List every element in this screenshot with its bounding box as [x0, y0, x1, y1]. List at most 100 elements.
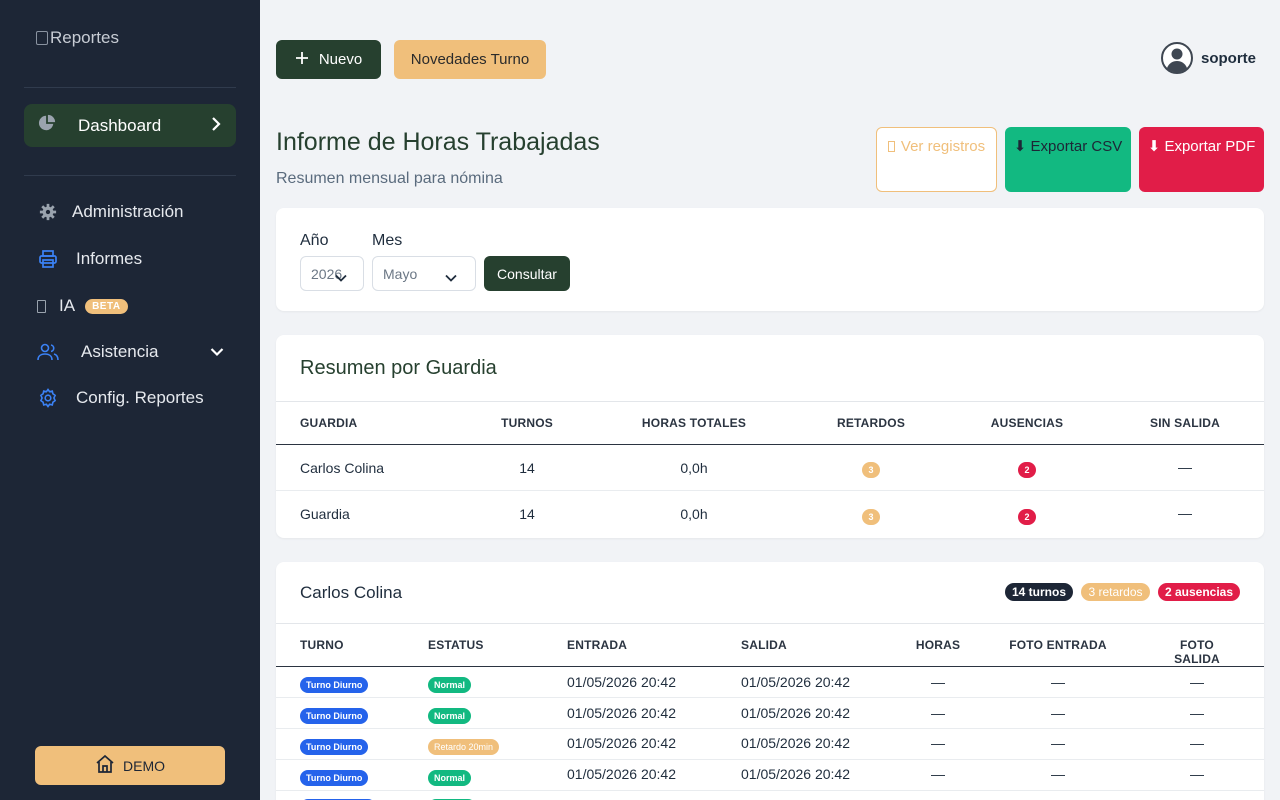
turno-pill: Turno Diurno	[300, 675, 369, 693]
cell-foto-entrada: —	[1051, 735, 1065, 751]
estatus-pill: Normal	[428, 675, 472, 693]
cell-foto-salida: —	[1190, 705, 1204, 721]
detail-badges: 14 turnos 3 retardos 2 ausencias	[1001, 583, 1240, 601]
plus-icon	[295, 51, 309, 69]
table-row[interactable]: Turno Diurno Normal 01/05/2026 20:42 01/…	[276, 698, 1264, 729]
export-csv-button[interactable]: ⬇ Exportar CSV	[1005, 127, 1131, 192]
col-foto-salida: FOTO SALIDA	[1174, 638, 1220, 666]
detail-title: Carlos Colina	[300, 583, 403, 602]
novedades-turno-label: Novedades Turno	[410, 51, 530, 68]
month-value: Mayo	[383, 265, 418, 282]
retardos-badge: 3 retardos	[1081, 583, 1150, 601]
novedades-turno-button[interactable]: Novedades Turno	[394, 40, 546, 79]
estatus-pill: Normal	[428, 706, 472, 724]
ausencias-badge: 2	[1018, 460, 1036, 478]
retardos-count: 3	[862, 462, 880, 478]
col-horas-totales: HORAS TOTALES	[641, 416, 747, 430]
logo-alt-text: Reportes	[50, 28, 119, 47]
export-pdf-label: ⬇ Exportar PDF	[1147, 138, 1256, 155]
gear-icon	[36, 203, 60, 221]
col-turno: TURNO	[300, 638, 344, 652]
sidebar-item-dashboard[interactable]: Dashboard	[24, 104, 236, 147]
cell-salida: 01/05/2026 20:42	[741, 766, 850, 782]
col-foto-entrada: FOTO ENTRADA	[1009, 638, 1107, 652]
chevron-down-icon	[210, 342, 224, 362]
col-retardos: RETARDOS	[836, 416, 906, 430]
export-pdf-button[interactable]: ⬇ Exportar PDF	[1139, 127, 1264, 192]
cell-foto-salida: —	[1190, 674, 1204, 690]
table-row-partial[interactable]	[276, 791, 1264, 800]
demo-button[interactable]: DEMO	[35, 746, 225, 785]
cell-guardia: Carlos Colina	[300, 460, 385, 476]
chevron-down-icon	[445, 269, 457, 285]
cell-entrada: 01/05/2026 20:42	[567, 735, 676, 751]
table-row[interactable]: Turno Diurno Retardo 20min 01/05/2026 20…	[276, 729, 1264, 760]
table-row[interactable]: Guardia 14 0,0h 3 2 —	[276, 491, 1264, 537]
sidebar-item-ia[interactable]: IA BETA	[36, 296, 128, 316]
turno-pill: Turno Diurno	[300, 768, 369, 786]
estatus-pill: Retardo 20min	[428, 737, 500, 755]
sidebar-item-informes[interactable]: Informes	[36, 249, 142, 269]
table-row[interactable]: Carlos Colina 14 0,0h 3 2 —	[276, 445, 1264, 491]
settings-icon	[36, 388, 60, 408]
logo[interactable]: Reportes	[36, 28, 119, 48]
estatus-pill: Normal	[428, 768, 472, 786]
broken-image-icon	[887, 141, 895, 152]
username: soporte	[1200, 49, 1256, 67]
col-salida: SALIDA	[741, 638, 787, 652]
ver-registros-button[interactable]: Ver registros	[876, 127, 997, 192]
turnos-badge: 14 turnos	[1005, 583, 1074, 601]
sidebar-item-asistencia[interactable]: Asistencia	[36, 342, 224, 362]
divider	[24, 87, 236, 88]
month-select[interactable]: Mayo	[372, 256, 476, 291]
cell-horas: 0,0h	[680, 460, 708, 476]
col-entrada: ENTRADA	[567, 638, 628, 652]
cell-entrada: 01/05/2026 20:42	[567, 674, 676, 690]
year-label: Año	[300, 232, 329, 249]
month-label: Mes	[372, 232, 403, 249]
cell-horas: —	[931, 674, 945, 690]
sidebar-item-label: Config. Reportes	[76, 388, 204, 407]
sidebar-item-label: IA	[59, 296, 76, 315]
cell-sin-salida: —	[1178, 459, 1192, 475]
sidebar-item-label: Informes	[76, 249, 143, 268]
pie-chart-icon	[38, 114, 56, 137]
cell-sin-salida: —	[1178, 505, 1192, 521]
ver-registros-label: Ver registros	[900, 138, 986, 155]
sidebar: Reportes Dashboard Administración Inform…	[0, 0, 260, 800]
new-button[interactable]: Nuevo	[276, 40, 381, 79]
year-select[interactable]: 2026	[300, 256, 364, 291]
cell-salida: 01/05/2026 20:42	[741, 735, 850, 751]
sidebar-item-config-reportes[interactable]: Config. Reportes	[36, 388, 204, 408]
summary-table-header: GUARDIA TURNOS HORAS TOTALES RETARDOS AU…	[276, 401, 1264, 445]
broken-image-icon	[36, 31, 48, 45]
ausencias-badge: 2 ausencias	[1157, 583, 1240, 601]
cell-horas: —	[931, 735, 945, 751]
table-row[interactable]: Turno Diurno Normal 01/05/2026 20:42 01/…	[276, 760, 1264, 791]
retardos-badge: 3	[862, 507, 880, 525]
cell-horas: —	[931, 766, 945, 782]
page-subtitle: Resumen mensual para nómina	[276, 170, 503, 187]
cell-foto-entrada: —	[1051, 674, 1065, 690]
cell-turnos: 14	[519, 506, 535, 522]
table-row[interactable]: Turno Diurno Normal 01/05/2026 20:42 01/…	[276, 667, 1264, 698]
estatus-label: Normal	[428, 708, 472, 724]
cell-foto-salida: —	[1190, 735, 1204, 751]
col-estatus: ESTATUS	[428, 638, 484, 652]
new-button-label: Nuevo	[318, 51, 363, 68]
sidebar-item-label: Dashboard	[78, 115, 162, 135]
cell-entrada: 01/05/2026 20:42	[567, 705, 676, 721]
cell-horas: 0,0h	[680, 506, 708, 522]
col-ausencias: AUSENCIAS	[990, 416, 1064, 430]
turno-pill: Turno Diurno	[300, 737, 369, 755]
sidebar-item-label: Administración	[72, 202, 184, 221]
users-icon	[36, 342, 60, 362]
detail-table-header: TURNO ESTATUS ENTRADA SALIDA HORAS FOTO …	[276, 623, 1264, 667]
ausencias-count: 2	[1018, 509, 1036, 525]
divider	[24, 175, 236, 176]
home-icon	[95, 754, 115, 777]
consultar-button[interactable]: Consultar	[484, 256, 570, 291]
user-menu[interactable]: soporte	[1160, 42, 1256, 74]
sidebar-item-administracion[interactable]: Administración	[36, 202, 184, 222]
sidebar-item-label: Asistencia	[81, 342, 159, 361]
